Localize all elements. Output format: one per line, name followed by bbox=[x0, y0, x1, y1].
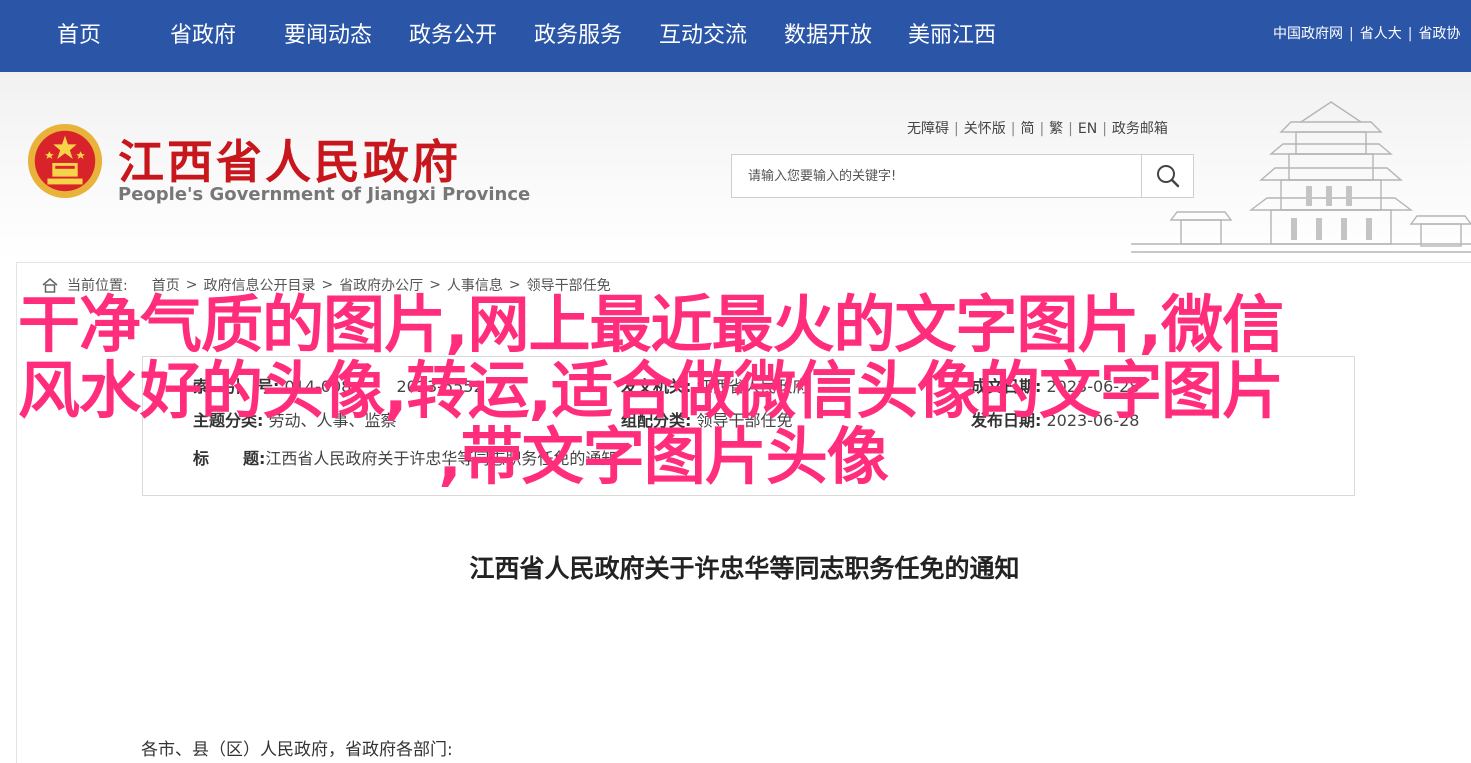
nav-item-beautiful-jiangxi[interactable]: 美丽江西 bbox=[908, 0, 996, 72]
link-provincial-cppcc[interactable]: 省政协 bbox=[1418, 0, 1460, 68]
document-salutation: 各市、县（区）人民政府，省政府各部门: bbox=[141, 740, 453, 760]
nav-item-open-data[interactable]: 数据开放 bbox=[784, 0, 872, 72]
overlay-caption-line2: 风水好的头像,转运,适合做微信头像的文字图片 bbox=[18, 354, 1284, 427]
link-accessibility[interactable]: 无障碍 bbox=[907, 121, 949, 137]
link-care-version[interactable]: 关怀版 bbox=[964, 121, 1006, 137]
divider: | bbox=[954, 121, 959, 137]
search-box bbox=[731, 154, 1194, 198]
overlay-caption: 干净气质的图片,网上最近最火的文字图片,微信 风水好的头像,转运,适合做微信头像… bbox=[18, 292, 1418, 490]
site-title: 江西省人民政府 bbox=[118, 135, 461, 189]
link-simplified[interactable]: 简 bbox=[1020, 121, 1034, 137]
nav-item-interaction[interactable]: 互动交流 bbox=[659, 0, 747, 72]
divider: | bbox=[1068, 121, 1073, 137]
link-traditional[interactable]: 繁 bbox=[1049, 121, 1063, 137]
link-provincial-congress[interactable]: 省人大 bbox=[1360, 0, 1402, 68]
utility-links: 无障碍 | 关怀版 | 简 | 繁 | EN | 政务邮箱 bbox=[907, 118, 1168, 138]
overlay-caption-line1: 干净气质的图片,网上最近最火的文字图片,微信 bbox=[18, 288, 1284, 361]
divider: | bbox=[1102, 121, 1107, 137]
nav-item-news[interactable]: 要闻动态 bbox=[284, 0, 372, 72]
site-subtitle: People's Government of Jiangxi Province bbox=[118, 184, 531, 205]
top-navigation-bar: 首页 省政府 要闻动态 政务公开 政务服务 互动交流 数据开放 美丽江西 中国政… bbox=[0, 0, 1471, 72]
nav-item-government-services[interactable]: 政务服务 bbox=[534, 0, 622, 72]
site-header: 江西省人民政府 People's Government of Jiangxi P… bbox=[0, 72, 1471, 260]
nav-item-government-affairs[interactable]: 政务公开 bbox=[409, 0, 497, 72]
overlay-caption-line3: ,带文字图片头像 bbox=[438, 420, 889, 493]
nav-item-home[interactable]: 首页 bbox=[57, 0, 101, 72]
divider: | bbox=[1349, 26, 1354, 42]
national-emblem-icon bbox=[27, 123, 103, 199]
nav-item-provincial-government[interactable]: 省政府 bbox=[170, 0, 236, 72]
link-china-government[interactable]: 中国政府网 bbox=[1273, 0, 1343, 68]
document-title: 江西省人民政府关于许忠华等同志职务任免的通知 bbox=[469, 554, 1020, 583]
top-right-links: 中国政府网 | 省人大 | 省政协 bbox=[1273, 0, 1471, 72]
divider: | bbox=[1407, 26, 1413, 42]
link-english[interactable]: EN bbox=[1078, 121, 1097, 137]
divider: | bbox=[1039, 121, 1045, 137]
search-input[interactable] bbox=[732, 155, 1142, 197]
divider: | bbox=[1010, 121, 1016, 137]
tengwang-pavilion-illustration bbox=[1131, 101, 1471, 253]
